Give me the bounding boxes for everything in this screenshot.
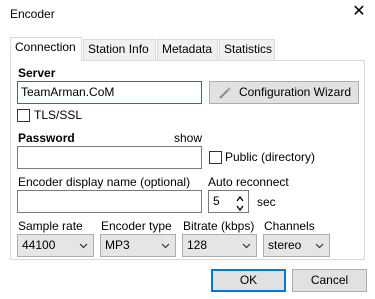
public-directory-checkbox[interactable] xyxy=(209,151,222,164)
public-directory-label: Public (directory) xyxy=(225,150,316,164)
sample-rate-select[interactable]: 44100 xyxy=(17,234,94,257)
window-title: Encoder xyxy=(10,7,55,21)
sample-rate-value: 44100 xyxy=(22,238,56,252)
tab-metadata[interactable]: Metadata xyxy=(157,39,218,60)
tab-statistics[interactable]: Statistics xyxy=(219,39,275,60)
spin-down-icon[interactable] xyxy=(235,202,245,212)
auto-reconnect-spinner[interactable]: 5 xyxy=(208,190,249,213)
auto-reconnect-label: Auto reconnect xyxy=(208,175,289,189)
sample-rate-label: Sample rate xyxy=(18,219,83,233)
password-input[interactable] xyxy=(17,146,202,169)
wand-icon xyxy=(218,86,232,100)
bitrate-value: 128 xyxy=(187,238,208,252)
channels-label: Channels xyxy=(264,219,315,233)
tls-checkbox[interactable] xyxy=(17,109,30,122)
encoder-name-input[interactable] xyxy=(17,190,202,213)
chevron-down-icon xyxy=(79,235,88,264)
chevron-down-icon xyxy=(161,235,170,264)
tab-station-info[interactable]: Station Info xyxy=(83,39,156,60)
chevron-down-icon xyxy=(315,235,324,264)
password-label: Password xyxy=(18,131,75,145)
tab-connection[interactable]: Connection xyxy=(10,37,82,61)
cancel-button[interactable]: Cancel xyxy=(292,269,367,292)
configuration-wizard-button[interactable]: Configuration Wizard xyxy=(209,81,359,104)
server-input[interactable]: TeamArman.CoM xyxy=(17,81,202,104)
tls-label: TLS/SSL xyxy=(34,108,83,122)
encoder-name-label: Encoder display name (optional) xyxy=(18,175,191,189)
auto-reconnect-unit: sec xyxy=(257,195,276,209)
channels-value: stereo xyxy=(268,238,302,252)
encoder-type-label: Encoder type xyxy=(101,219,172,233)
server-label: Server xyxy=(18,66,56,80)
bitrate-label: Bitrate (kbps) xyxy=(183,219,255,233)
encoder-type-value: MP3 xyxy=(105,238,130,252)
show-password-link[interactable]: show xyxy=(174,131,202,145)
chevron-down-icon xyxy=(242,235,251,264)
bitrate-select[interactable]: 128 xyxy=(182,234,257,257)
ok-button[interactable]: OK xyxy=(211,269,286,292)
configuration-wizard-label: Configuration Wizard xyxy=(238,85,352,99)
channels-select[interactable]: stereo xyxy=(263,234,330,257)
auto-reconnect-value: 5 xyxy=(213,194,220,208)
encoder-type-select[interactable]: MP3 xyxy=(100,234,176,257)
spin-up-icon[interactable] xyxy=(235,192,245,202)
close-icon[interactable]: ✕ xyxy=(351,4,367,20)
